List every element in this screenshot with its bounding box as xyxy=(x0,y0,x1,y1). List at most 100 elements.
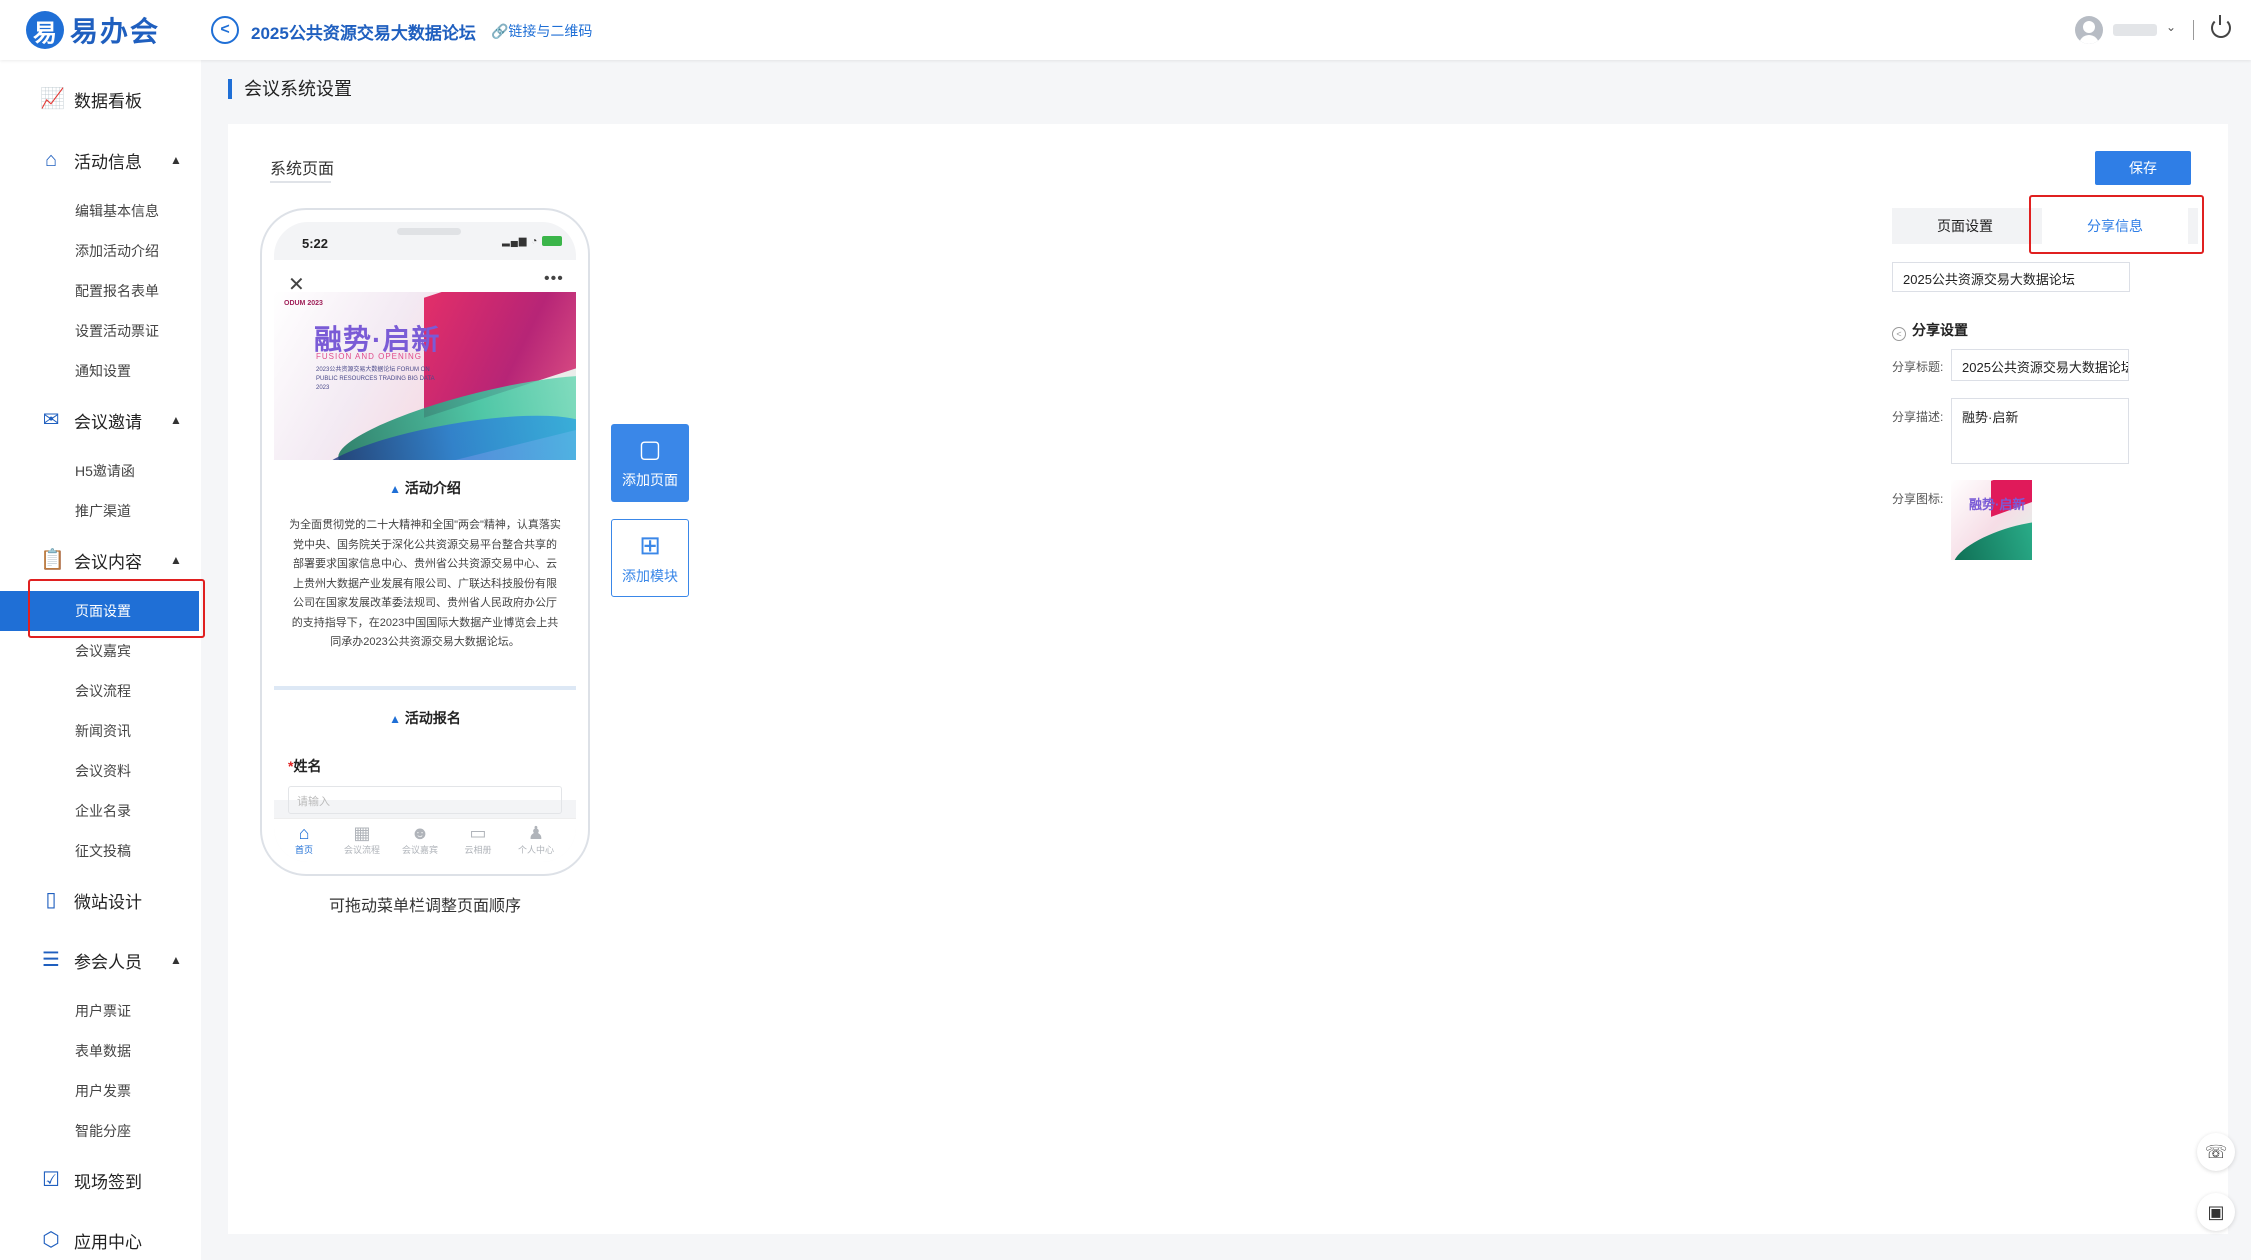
support-icon[interactable]: ☏ xyxy=(2197,1133,2235,1171)
battery-icon xyxy=(542,236,563,247)
intro-title: ▲ 活动介绍 xyxy=(389,480,461,496)
calendar-icon: ▦ xyxy=(353,823,371,843)
page-title-input[interactable]: 2025公共资源交易大数据论坛 xyxy=(1892,262,2130,292)
home-icon: ⌂ xyxy=(298,823,310,843)
chevron-up-icon: ▲ xyxy=(170,153,182,167)
sidebar-item-materials[interactable]: 会议资料 xyxy=(0,751,201,791)
event-title: 2025公共资源交易大数据论坛 xyxy=(251,24,476,43)
sidebar-item-notifications[interactable]: 通知设置 xyxy=(0,351,201,391)
mail-icon: ✉ xyxy=(42,409,60,431)
share-icon-image[interactable]: 融势·启新 xyxy=(1951,480,2032,560)
power-icon[interactable] xyxy=(2211,15,2231,38)
cube-icon: ⬡ xyxy=(42,1229,60,1251)
chevron-down-icon[interactable]: ⌄ xyxy=(2166,20,2176,34)
tab-guests[interactable]: ☻ 会议嘉宾 xyxy=(392,823,448,857)
highlight-box xyxy=(2029,195,2204,254)
sidebar-item-invoices[interactable]: 用户发票 xyxy=(0,1071,201,1111)
intro-text: 为全面贯彻党的二十大精神和全国"两会"精神，认真落实党中央、国务院关于深化公共资… xyxy=(289,519,561,648)
sidebar-item-dashboard[interactable]: 📈 数据看板 xyxy=(0,79,201,119)
sidebar-group-attendees[interactable]: ☰ 参会人员 ▲ xyxy=(0,940,201,980)
banner-subtitle: FUSION AND OPENING xyxy=(316,352,423,361)
header-divider xyxy=(2193,20,2194,40)
share-icon: < xyxy=(1892,327,1906,341)
logo-icon: 易 xyxy=(26,11,64,49)
logo-text: 易办会 xyxy=(70,15,161,48)
sidebar-item-seating[interactable]: 智能分座 xyxy=(0,1111,201,1151)
link-qrcode-button[interactable]: 🔗链接与二维码 xyxy=(491,21,592,41)
sidebar-item-submissions[interactable]: 征文投稿 xyxy=(0,831,201,871)
banner-logo: ODUM 2023 xyxy=(284,300,323,307)
back-icon[interactable]: < xyxy=(211,16,239,44)
tab-home[interactable]: ⌂ 首页 xyxy=(276,823,332,857)
drop-icon: ▲ xyxy=(389,712,401,726)
sidebar-item-checkin[interactable]: ☑ 现场签到 xyxy=(0,1160,201,1200)
event-banner[interactable]: ODUM 2023 融势·启新 FUSION AND OPENING 2023公… xyxy=(274,292,576,460)
avatar[interactable] xyxy=(2075,16,2103,44)
top-header: 易 易办会 < 2025公共资源交易大数据论坛 🔗链接与二维码 ⌄ xyxy=(0,0,2251,60)
sidebar-item-user-tickets[interactable]: 用户票证 xyxy=(0,991,201,1031)
intro-section[interactable]: ▲ 活动介绍 为全面贯彻党的二十大精神和全国"两会"精神，认真落实党中央、国务院… xyxy=(274,460,576,686)
save-button[interactable]: 保存 xyxy=(2095,151,2191,185)
sidebar-item-agenda[interactable]: 会议流程 xyxy=(0,671,201,711)
sidebar-group-activity-info[interactable]: ⌂ 活动信息 ▲ xyxy=(0,140,201,180)
home-icon: ⌂ xyxy=(44,149,58,171)
drop-icon: ▲ xyxy=(389,482,401,496)
status-time: 5:22 xyxy=(302,236,329,251)
user-name[interactable] xyxy=(2113,24,2157,36)
qrcode-icon[interactable]: ▣ xyxy=(2197,1193,2235,1231)
page-icon: ▢ xyxy=(638,436,662,463)
tab-album[interactable]: ▭ 云相册 xyxy=(450,823,506,857)
sidebar-item-h5-invite[interactable]: H5邀请函 xyxy=(0,451,201,491)
clipboard-icon: 📋 xyxy=(40,549,65,571)
sidebar-group-content[interactable]: 📋 会议内容 ▲ xyxy=(0,540,201,580)
app-logo[interactable]: 易 易办会 xyxy=(26,10,160,50)
calendar-check-icon: ☑ xyxy=(42,1169,60,1191)
add-page-button[interactable]: ▢ 添加页面 xyxy=(611,424,689,502)
sidebar-item-companies[interactable]: 企业名录 xyxy=(0,791,201,831)
share-title-input[interactable]: 2025公共资源交易大数据论坛 xyxy=(1951,349,2129,381)
chart-icon: 📈 xyxy=(40,88,65,110)
phone-screen: 5:22 ▂▄▆ ◔ ✕ ••• ODUM 2023 融势·启新 FUSION … xyxy=(274,222,576,862)
tab-profile[interactable]: ♟ 个人中心 xyxy=(508,823,564,857)
thumb-title: 融势·启新 xyxy=(1969,497,2026,512)
tab-system-pages[interactable]: 系统页面 xyxy=(270,155,334,179)
name-input[interactable]: 请输入 xyxy=(288,786,562,814)
chevron-up-icon: ▲ xyxy=(170,413,182,427)
add-module-button[interactable]: ⊞ 添加模块 xyxy=(611,519,689,597)
page-title: 会议系统设置 xyxy=(228,79,352,99)
folder-icon: ▭ xyxy=(469,823,487,843)
phone-notch xyxy=(384,222,474,242)
name-field-label: *姓名 xyxy=(288,758,322,774)
tab-page-settings[interactable]: 页面设置 xyxy=(1892,208,2038,244)
chevron-up-icon: ▲ xyxy=(170,953,182,967)
banner-text: 2023公共资源交易大数据论坛 FORUM ON PUBLIC RESOURCE… xyxy=(316,367,435,391)
user-icon: ♟ xyxy=(527,823,545,843)
signup-section[interactable]: ▲ 活动报名 *姓名 请输入 xyxy=(274,690,576,814)
share-icon-label: 分享图标: xyxy=(1892,492,1944,506)
grid-icon: ⊞ xyxy=(639,530,661,560)
thumb-shape xyxy=(1951,510,2032,560)
more-icon[interactable]: ••• xyxy=(544,270,564,288)
sidebar-item-news[interactable]: 新闻资讯 xyxy=(0,711,201,751)
tab-agenda[interactable]: ▦ 会议流程 xyxy=(334,823,390,857)
people-icon: ☻ xyxy=(410,823,430,843)
sidebar: 📈 数据看板 ⌂ 活动信息 ▲ 编辑基本信息 添加活动介绍 配置报名表单 设置活… xyxy=(0,60,201,1260)
share-desc-textarea[interactable]: 融势·启新 xyxy=(1951,398,2129,464)
tab-underline xyxy=(270,181,331,183)
sidebar-item-signup-form[interactable]: 配置报名表单 xyxy=(0,271,201,311)
phone-tabbar: ⌂ 首页 ▦ 会议流程 ☻ 会议嘉宾 ▭ 云相册 ♟ 个人中心 xyxy=(274,818,576,862)
sidebar-item-channels[interactable]: 推广渠道 xyxy=(0,491,201,531)
signal-icon: ▂▄▆ ◔ xyxy=(502,236,563,247)
sidebar-item-app-center[interactable]: ⬡ 应用中心 xyxy=(0,1220,201,1260)
sidebar-group-invitation[interactable]: ✉ 会议邀请 ▲ xyxy=(0,400,201,440)
sidebar-item-form-data[interactable]: 表单数据 xyxy=(0,1031,201,1071)
drag-hint: 可拖动菜单栏调整页面顺序 xyxy=(328,898,521,915)
sidebar-item-microsite[interactable]: ▯ 微站设计 xyxy=(0,880,201,920)
list-icon: ☰ xyxy=(42,949,60,971)
share-desc-label: 分享描述: xyxy=(1892,410,1944,424)
sidebar-item-tickets[interactable]: 设置活动票证 xyxy=(0,311,201,351)
sidebar-item-edit-basic-info[interactable]: 编辑基本信息 xyxy=(0,191,201,231)
sidebar-item-add-intro[interactable]: 添加活动介绍 xyxy=(0,231,201,271)
phone-icon: ▯ xyxy=(45,889,57,911)
highlight-box xyxy=(28,579,205,638)
